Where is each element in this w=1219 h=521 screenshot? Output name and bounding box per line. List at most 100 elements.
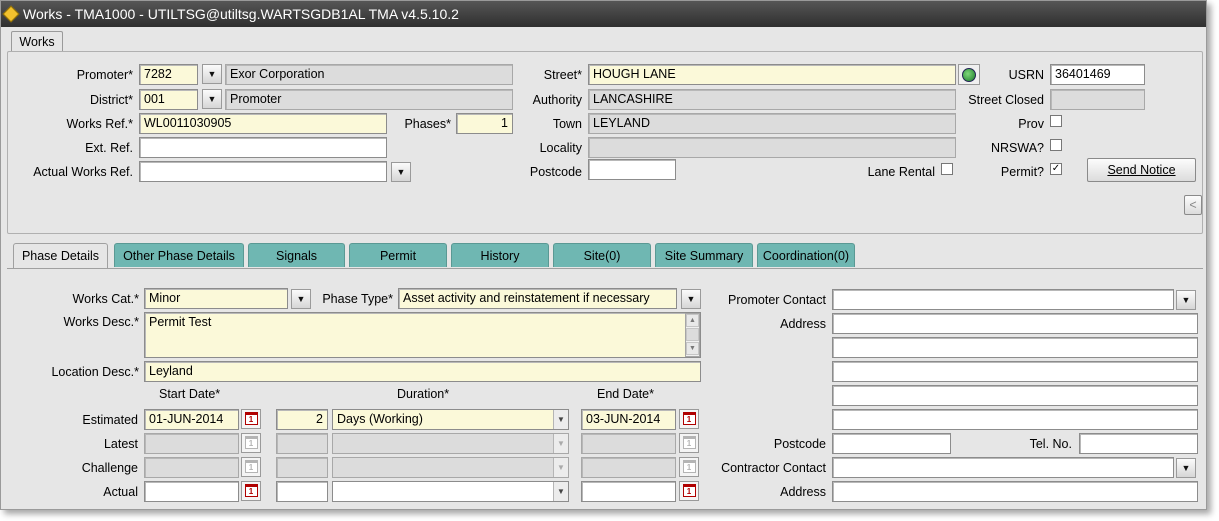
promoter-contact-label: Promoter Contact: [728, 293, 826, 307]
works-desc-scrollbar[interactable]: ▲ ▼: [685, 313, 700, 357]
tel-no-label: Tel. No.: [1029, 437, 1072, 451]
contractor-address-label: Address: [780, 485, 826, 499]
tab-signals[interactable]: Signals: [248, 243, 345, 267]
usrn-field[interactable]: 36401469: [1050, 64, 1145, 85]
district-lov-button[interactable]: ▼: [202, 89, 222, 109]
tab-other-phase-details[interactable]: Other Phase Details: [114, 243, 244, 267]
tab-permit[interactable]: Permit: [349, 243, 447, 267]
street-field[interactable]: HOUGH LANE: [588, 64, 956, 85]
address-line-5-field[interactable]: [832, 409, 1198, 430]
latest-start-calendar-icon: 1: [241, 433, 261, 453]
prov-label: Prov: [1018, 117, 1044, 131]
contact-postcode-field[interactable]: [832, 433, 951, 454]
ext-ref-field[interactable]: [139, 137, 387, 158]
location-desc-label: Location Desc.*: [51, 365, 139, 379]
estimated-end-calendar-icon[interactable]: 1: [679, 409, 699, 429]
contractor-contact-field[interactable]: [832, 457, 1174, 478]
actual-works-ref-label: Actual Works Ref.: [33, 165, 133, 179]
latest-duration-field: [276, 433, 328, 454]
phase-type-lov-button[interactable]: ▼: [681, 289, 701, 309]
tab-site-summary[interactable]: Site Summary: [655, 243, 753, 267]
estimated-start-date-field[interactable]: 01-JUN-2014: [144, 409, 239, 430]
address-line-3-field[interactable]: [832, 361, 1198, 382]
actual-end-date-field[interactable]: [581, 481, 676, 502]
tab-phase-details[interactable]: Phase Details: [13, 243, 108, 269]
authority-label: Authority: [532, 93, 582, 107]
duration-header: Duration*: [397, 387, 450, 401]
latest-start-date-field: [144, 433, 239, 454]
actual-works-ref-field[interactable]: [139, 161, 387, 182]
actual-start-calendar-icon[interactable]: 1: [241, 481, 261, 501]
town-field: LEYLAND: [588, 113, 956, 134]
tab-history[interactable]: History: [451, 243, 549, 267]
app-icon: [2, 5, 20, 23]
postcode-field[interactable]: [588, 159, 676, 180]
send-notice-button[interactable]: Send Notice: [1087, 158, 1196, 182]
send-notice-label: Send Notice: [1107, 163, 1176, 177]
contact-postcode-label: Postcode: [773, 437, 826, 451]
address-line-2-field[interactable]: [832, 337, 1198, 358]
promoter-contact-field[interactable]: [832, 289, 1174, 310]
globe-icon[interactable]: [958, 64, 980, 85]
estimated-duration-unit-select[interactable]: Days (Working) ▼: [332, 409, 569, 430]
actual-works-ref-lov-button[interactable]: ▼: [391, 162, 411, 182]
actual-end-calendar-icon[interactable]: 1: [679, 481, 699, 501]
actual-start-date-field[interactable]: [144, 481, 239, 502]
actual-duration-unit-select[interactable]: ▼: [332, 481, 569, 502]
works-cat-label: Works Cat.*: [72, 292, 139, 306]
district-label: District*: [89, 93, 133, 107]
works-desc-label: Works Desc.*: [63, 315, 139, 329]
phases-field[interactable]: 1: [456, 113, 513, 134]
phase-type-field[interactable]: Asset activity and reinstatement if nece…: [398, 288, 677, 309]
collapse-button[interactable]: <: [1184, 195, 1202, 215]
scroll-thumb[interactable]: [686, 328, 699, 341]
works-desc-field[interactable]: Permit Test: [144, 312, 701, 358]
latest-label: Latest: [103, 437, 138, 451]
tab-site[interactable]: Site(0): [553, 243, 651, 267]
estimated-end-date-field[interactable]: 03-JUN-2014: [581, 409, 676, 430]
title-bar: Works - TMA1000 - UTILTSG@utiltsg.WARTSG…: [1, 1, 1206, 27]
promoter-name-field: Exor Corporation: [225, 64, 513, 85]
street-closed-label: Street Closed: [968, 93, 1044, 107]
permit-label: Permit?: [1000, 165, 1044, 179]
nrswa-checkbox[interactable]: [1050, 139, 1062, 151]
challenge-duration-field: [276, 457, 328, 478]
promoter-code-field[interactable]: 7282: [139, 64, 198, 85]
promoter-contact-lov-button[interactable]: ▼: [1176, 290, 1196, 310]
estimated-label: Estimated: [82, 413, 138, 427]
lane-rental-checkbox[interactable]: [941, 163, 953, 175]
locality-label: Locality: [539, 141, 582, 155]
permit-checkbox[interactable]: ✓: [1050, 163, 1062, 175]
postcode-label: Postcode: [529, 165, 582, 179]
scroll-up-icon[interactable]: ▲: [686, 314, 699, 327]
works-ref-field[interactable]: WL0011030905: [139, 113, 387, 134]
promoter-lov-button[interactable]: ▼: [202, 64, 222, 84]
address-line-4-field[interactable]: [832, 385, 1198, 406]
contractor-address-line-1-field[interactable]: [832, 481, 1198, 502]
town-label: Town: [552, 117, 582, 131]
chevron-down-icon: ▼: [553, 482, 568, 501]
tab-works[interactable]: Works: [11, 31, 63, 52]
works-cat-lov-button[interactable]: ▼: [291, 289, 311, 309]
works-window: Works - TMA1000 - UTILTSG@utiltsg.WARTSG…: [0, 0, 1207, 510]
ext-ref-label: Ext. Ref.: [85, 141, 133, 155]
address-line-1-field[interactable]: [832, 313, 1198, 334]
estimated-start-calendar-icon[interactable]: 1: [241, 409, 261, 429]
usrn-label: USRN: [1008, 68, 1044, 82]
scroll-down-icon[interactable]: ▼: [686, 342, 699, 355]
estimated-duration-field[interactable]: 2: [276, 409, 328, 430]
lane-rental-label: Lane Rental: [867, 165, 935, 179]
district-code-field[interactable]: 001: [139, 89, 198, 110]
contractor-contact-lov-button[interactable]: ▼: [1176, 458, 1196, 478]
estimated-duration-unit-value: Days (Working): [337, 412, 423, 426]
actual-duration-field[interactable]: [276, 481, 328, 502]
location-desc-field[interactable]: Leyland: [144, 361, 701, 382]
challenge-start-date-field: [144, 457, 239, 478]
tab-coordination[interactable]: Coordination(0): [757, 243, 855, 267]
latest-end-date-field: [581, 433, 676, 454]
actual-label: Actual: [103, 485, 138, 499]
works-cat-field[interactable]: Minor: [144, 288, 288, 309]
prov-checkbox[interactable]: [1050, 115, 1062, 127]
tel-no-field[interactable]: [1079, 433, 1198, 454]
promoter-label: Promoter*: [76, 68, 133, 82]
